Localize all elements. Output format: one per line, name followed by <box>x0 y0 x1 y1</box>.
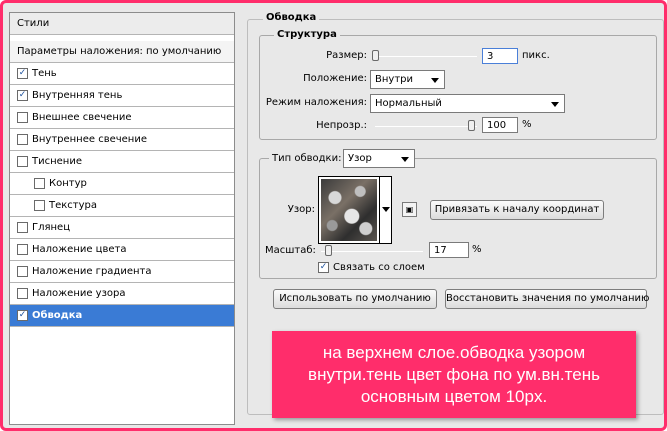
new-preset-icon[interactable]: ▣ <box>402 202 417 217</box>
position-value: Внутри <box>375 74 413 85</box>
style-item-label: Контур <box>49 178 87 189</box>
style-item[interactable]: Тиснение <box>10 151 234 173</box>
style-item[interactable]: ✓ Обводка <box>10 305 234 327</box>
opacity-slider-track[interactable] <box>375 126 477 127</box>
check-icon[interactable]: ✓ <box>318 262 329 273</box>
style-item-label: Внутренняя тень <box>32 90 123 101</box>
style-item-label: Тень <box>32 68 57 79</box>
fill-type-select[interactable]: Узор <box>343 149 415 168</box>
checkbox[interactable] <box>17 222 28 233</box>
style-item[interactable]: Внутреннее свечение <box>10 129 234 151</box>
style-item[interactable]: ✓ Внутренняя тень <box>10 85 234 107</box>
style-item[interactable]: Контур <box>10 173 234 195</box>
annotation-note: на верхнем слое.обводка узором внутри.те… <box>272 331 636 418</box>
blending-options-item[interactable]: Параметры наложения: по умолчанию <box>10 41 234 63</box>
stroke-title: Обводка <box>263 12 320 23</box>
scale-input[interactable]: 17 <box>429 242 469 258</box>
styles-header-label: Стили <box>17 18 50 29</box>
pattern-preview <box>321 179 377 241</box>
checkbox[interactable] <box>34 200 45 211</box>
checkbox[interactable] <box>17 134 28 145</box>
layer-style-dialog: Стили Параметры наложения: по умолчанию … <box>0 0 667 431</box>
position-select[interactable]: Внутри <box>370 70 445 89</box>
check-icon[interactable]: ✓ <box>17 68 28 79</box>
check-icon[interactable]: ✓ <box>17 310 28 321</box>
reset-default-button[interactable]: Восстановить значения по умолчанию <box>445 289 649 309</box>
styles-header[interactable]: Стили <box>10 13 234 35</box>
note-line-2: внутри.тень цвет фона по ум.вн.тень <box>308 365 600 384</box>
scale-slider-thumb[interactable] <box>325 245 332 256</box>
chevron-down-icon <box>431 78 439 83</box>
style-item[interactable]: Наложение цвета <box>10 239 234 261</box>
styles-list-panel: Стили Параметры наложения: по умолчанию … <box>9 12 235 425</box>
pattern-picker-arrow[interactable] <box>380 176 392 244</box>
style-item-label: Внутреннее свечение <box>32 134 147 145</box>
style-item-label: Внешнее свечение <box>32 112 132 123</box>
chevron-down-icon <box>551 102 559 107</box>
blend-mode-value: Нормальный <box>375 98 442 109</box>
style-item-label: Тиснение <box>32 156 82 167</box>
style-item[interactable]: Текстура <box>10 195 234 217</box>
style-item-label: Наложение цвета <box>32 244 127 255</box>
size-unit: пикс. <box>522 50 550 61</box>
link-with-layer-label: Связать со слоем <box>333 262 425 273</box>
use-default-button[interactable]: Использовать по умолчанию <box>273 289 437 309</box>
scale-label: Масштаб: <box>265 245 316 256</box>
position-label: Положение: <box>303 73 367 84</box>
link-with-layer-option[interactable]: ✓ Связать со слоем <box>318 262 425 273</box>
structure-title: Структура <box>274 29 340 40</box>
pattern-label: Узор: <box>287 204 315 215</box>
checkbox[interactable] <box>17 244 28 255</box>
chevron-down-icon <box>401 157 409 162</box>
size-slider-thumb[interactable] <box>372 50 379 61</box>
note-line-1: на верхнем слое.обводка узором <box>322 343 586 362</box>
checkbox[interactable] <box>17 156 28 167</box>
opacity-input[interactable]: 100 <box>482 117 518 133</box>
style-item-label: Текстура <box>49 200 98 211</box>
size-label: Размер: <box>326 50 367 61</box>
pattern-swatch[interactable] <box>318 176 380 244</box>
checkbox[interactable] <box>34 178 45 189</box>
check-icon[interactable]: ✓ <box>17 90 28 101</box>
scale-unit: % <box>472 244 482 255</box>
checkbox[interactable] <box>17 266 28 277</box>
style-item-label: Обводка <box>32 310 83 321</box>
style-item[interactable]: ✓ Тень <box>10 63 234 85</box>
blending-options-label: Параметры наложения: по умолчанию <box>17 46 222 57</box>
style-item[interactable]: Глянец <box>10 217 234 239</box>
style-item-label: Глянец <box>32 222 71 233</box>
fill-type-label: Тип обводки: <box>269 153 345 164</box>
fill-type-value: Узор <box>348 153 372 164</box>
checkbox[interactable] <box>17 112 28 123</box>
size-slider-track[interactable] <box>375 56 477 57</box>
snap-to-origin-button[interactable]: Привязать к началу координат <box>430 200 604 220</box>
opacity-slider-thumb[interactable] <box>468 120 475 131</box>
opacity-unit: % <box>522 119 532 130</box>
style-item[interactable]: Наложение узора <box>10 283 234 305</box>
blend-mode-label: Режим наложения: <box>265 97 367 108</box>
scale-slider-track[interactable] <box>321 251 423 252</box>
size-input[interactable]: 3 <box>482 48 518 64</box>
style-item[interactable]: Наложение градиента <box>10 261 234 283</box>
note-line-3: основным цветом 10px. <box>360 387 548 406</box>
style-item-label: Наложение градиента <box>32 266 152 277</box>
blend-mode-select[interactable]: Нормальный <box>370 94 565 113</box>
checkbox[interactable] <box>17 288 28 299</box>
style-item-label: Наложение узора <box>32 288 126 299</box>
style-item[interactable]: Внешнее свечение <box>10 107 234 129</box>
opacity-label: Непрозр.: <box>316 120 367 131</box>
